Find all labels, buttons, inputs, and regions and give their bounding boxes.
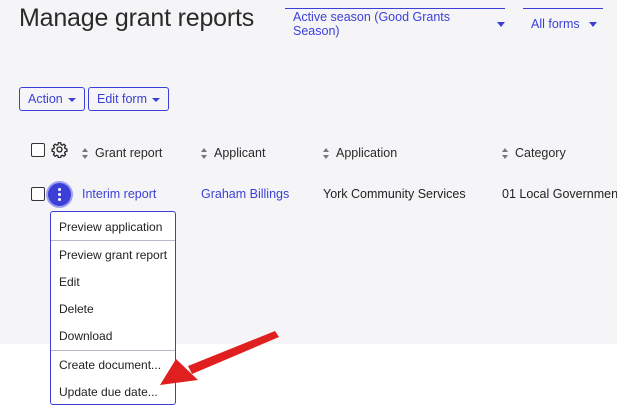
menu-item-preview-grant-report[interactable]: Preview grant report — [59, 248, 167, 262]
column-header-label: Application — [336, 146, 398, 160]
menu-item-edit[interactable]: Edit — [59, 275, 80, 289]
menu-item-delete[interactable]: Delete — [59, 302, 94, 316]
edit-form-button-label: Edit form — [97, 92, 148, 106]
chevron-down-icon — [588, 22, 597, 27]
sort-icon — [201, 147, 208, 159]
column-header-applicant[interactable]: Applicant — [201, 146, 265, 160]
applicant-link[interactable]: Graham Billings — [201, 187, 289, 201]
chevron-down-icon — [67, 98, 76, 102]
chevron-down-icon — [152, 98, 161, 102]
select-all-checkbox[interactable] — [31, 143, 45, 157]
menu-item-update-due-date[interactable]: Update due date... — [59, 385, 158, 399]
sort-icon — [323, 147, 330, 159]
season-filter-dropdown[interactable]: Active season (Good Grants Season) — [285, 8, 505, 38]
forms-filter-dropdown[interactable]: All forms — [523, 8, 603, 38]
column-header-label: Category — [515, 146, 566, 160]
kebab-icon[interactable] — [48, 183, 71, 206]
row-actions-menu: Preview application Preview grant report… — [50, 211, 176, 405]
menu-item-download[interactable]: Download — [59, 329, 112, 343]
column-header-application[interactable]: Application — [323, 146, 397, 160]
forms-filter-label: All forms — [531, 16, 580, 31]
menu-item-create-document[interactable]: Create document... — [59, 358, 161, 372]
column-header-label: Grant report — [95, 146, 163, 160]
action-button-label: Action — [28, 92, 63, 106]
chevron-down-icon — [497, 22, 505, 27]
row-checkbox[interactable] — [31, 187, 45, 201]
page-title: Manage grant reports — [19, 4, 255, 32]
season-filter-label: Active season (Good Grants Season) — [293, 9, 451, 38]
sort-icon — [82, 147, 89, 159]
column-header-category[interactable]: Category — [502, 146, 566, 160]
menu-divider — [51, 350, 175, 351]
category-cell: 01 Local Government — [502, 187, 617, 201]
column-header-grant-report[interactable]: Grant report — [82, 146, 162, 160]
grant-report-link[interactable]: Interim report — [82, 187, 156, 201]
sort-icon — [502, 147, 509, 159]
column-header-label: Applicant — [214, 146, 266, 160]
edit-form-button[interactable]: Edit form — [88, 87, 170, 111]
menu-item-preview-application[interactable]: Preview application — [59, 220, 162, 234]
menu-divider — [51, 240, 175, 241]
action-button[interactable]: Action — [19, 87, 85, 111]
gear-icon[interactable] — [51, 141, 68, 158]
application-cell: York Community Services — [323, 187, 466, 201]
